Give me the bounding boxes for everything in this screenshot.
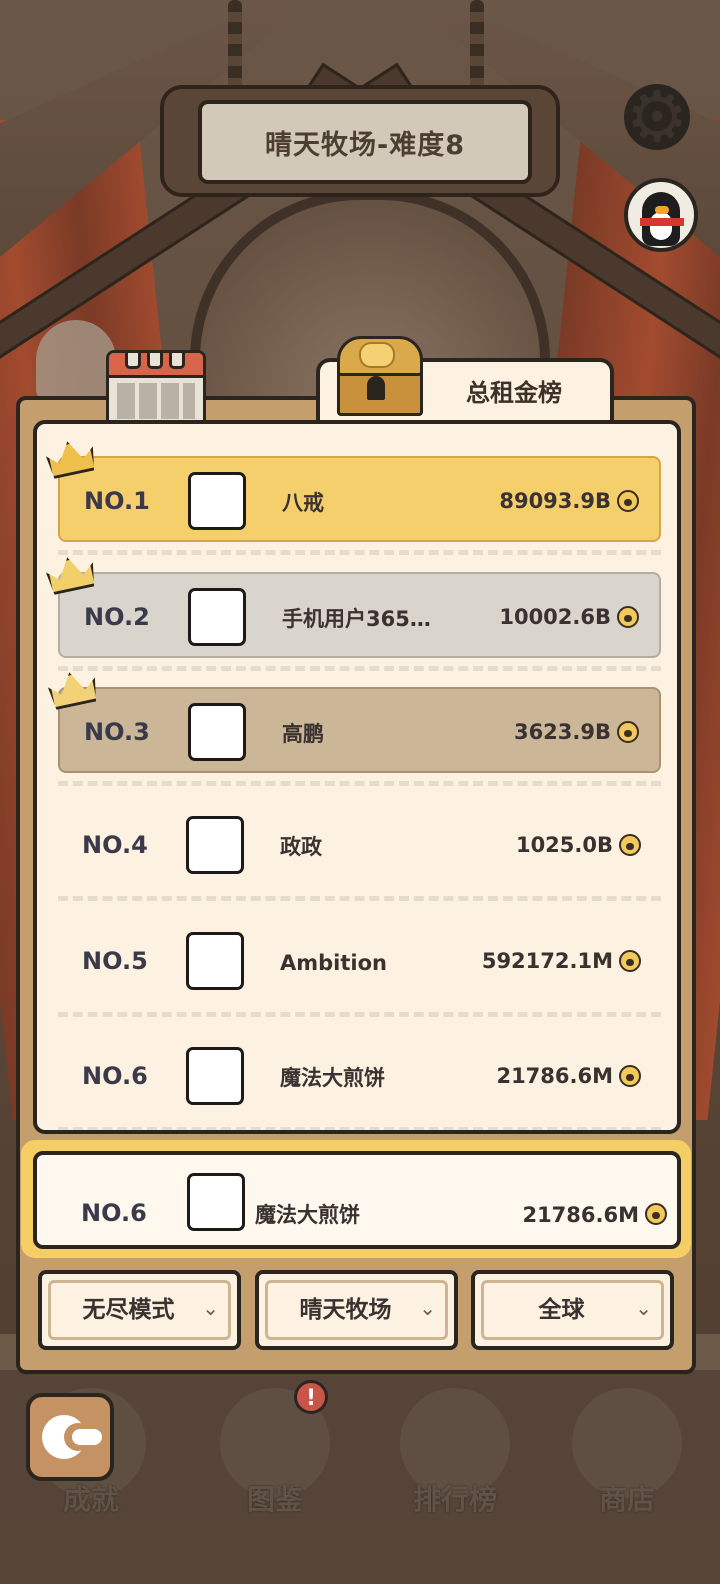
settings-button[interactable]: ⚙ bbox=[624, 76, 690, 158]
player-score: 21786.6M bbox=[496, 1064, 613, 1088]
leaderboard-row[interactable]: NO.4 政政 1025.0B bbox=[58, 802, 661, 888]
chevron-down-icon: ⌄ bbox=[419, 1296, 436, 1320]
rank-label: NO.4 bbox=[82, 831, 148, 859]
player-avatar[interactable] bbox=[188, 472, 246, 530]
rank-label: NO.6 bbox=[82, 1062, 148, 1090]
my-avatar[interactable] bbox=[187, 1173, 245, 1231]
calendar-tab-icon[interactable] bbox=[106, 350, 206, 428]
back-button[interactable] bbox=[26, 1393, 114, 1481]
player-name: Ambition bbox=[280, 951, 387, 975]
player-score: 10002.6B bbox=[499, 605, 611, 629]
player-score: 3623.9B bbox=[513, 720, 611, 744]
player-avatar[interactable] bbox=[186, 932, 244, 990]
player-name: 高鹏 bbox=[282, 722, 324, 746]
player-score: 592172.1M bbox=[481, 949, 613, 973]
player-score: 89093.9B bbox=[499, 489, 611, 513]
my-score: 21786.6M bbox=[522, 1203, 639, 1227]
page-title: 晴天牧场-难度8 bbox=[265, 129, 465, 161]
mode-dropdown[interactable]: 无尽模式 ⌄ bbox=[38, 1270, 241, 1350]
gear-icon: ⚙ bbox=[625, 76, 689, 158]
my-name: 魔法大煎饼 bbox=[255, 1203, 360, 1227]
avatar[interactable] bbox=[624, 178, 698, 252]
sign-chain-right bbox=[470, 0, 484, 90]
paw-coin-icon bbox=[619, 1065, 641, 1087]
player-avatar[interactable] bbox=[186, 1047, 244, 1105]
player-avatar[interactable] bbox=[188, 703, 246, 761]
paw-coin-icon bbox=[617, 606, 639, 628]
leaderboard-list[interactable]: NO.1 八戒 89093.9B NO.2 手机用户365… 10002.6B … bbox=[33, 420, 681, 1134]
region-dropdown-value: 全球 bbox=[538, 1297, 585, 1323]
leaderboard-row[interactable]: NO.3 高鹏 3623.9B bbox=[58, 687, 661, 773]
player-name: 政政 bbox=[280, 835, 322, 859]
map-dropdown-value: 晴天牧场 bbox=[299, 1297, 392, 1323]
paw-coin-icon bbox=[619, 950, 641, 972]
mode-dropdown-value: 无尽模式 bbox=[82, 1297, 175, 1323]
tab-total-rent-label: 总租金榜 bbox=[466, 379, 562, 407]
region-dropdown[interactable]: 全球 ⌄ bbox=[471, 1270, 674, 1350]
player-avatar[interactable] bbox=[188, 588, 246, 646]
leaderboard-row[interactable]: NO.2 手机用户365… 10002.6B bbox=[58, 572, 661, 658]
paw-coin-icon bbox=[617, 721, 639, 743]
player-avatar[interactable] bbox=[186, 816, 244, 874]
leaderboard-row[interactable]: NO.6 魔法大煎饼 21786.6M bbox=[58, 1033, 661, 1119]
notification-badge: ! bbox=[294, 1380, 328, 1414]
title-plate: 晴天牧场-难度8 bbox=[198, 100, 532, 184]
paw-coin-icon bbox=[617, 490, 639, 512]
chevron-down-icon: ⌄ bbox=[635, 1296, 652, 1320]
my-rank-label: NO.6 bbox=[81, 1199, 147, 1227]
player-name: 八戒 bbox=[282, 491, 324, 515]
player-score: 1025.0B bbox=[515, 833, 613, 857]
sign-chain-left bbox=[228, 0, 242, 90]
rank-label: NO.5 bbox=[82, 947, 148, 975]
my-rank-row[interactable]: NO.6 魔法大煎饼 21786.6M bbox=[33, 1151, 681, 1249]
paw-coin-icon bbox=[645, 1203, 667, 1225]
player-name: 手机用户365… bbox=[282, 607, 431, 631]
lamp bbox=[36, 320, 116, 400]
player-name: 魔法大煎饼 bbox=[280, 1066, 385, 1090]
back-arrow-icon bbox=[42, 1415, 102, 1459]
treasure-chest-icon bbox=[333, 336, 423, 416]
map-dropdown[interactable]: 晴天牧场 ⌄ bbox=[255, 1270, 458, 1350]
paw-coin-icon bbox=[619, 834, 641, 856]
leaderboard-row[interactable]: NO.1 八戒 89093.9B bbox=[58, 456, 661, 542]
leaderboard-row[interactable]: NO.5 Ambition 592172.1M bbox=[58, 918, 661, 1004]
chevron-down-icon: ⌄ bbox=[202, 1296, 219, 1320]
